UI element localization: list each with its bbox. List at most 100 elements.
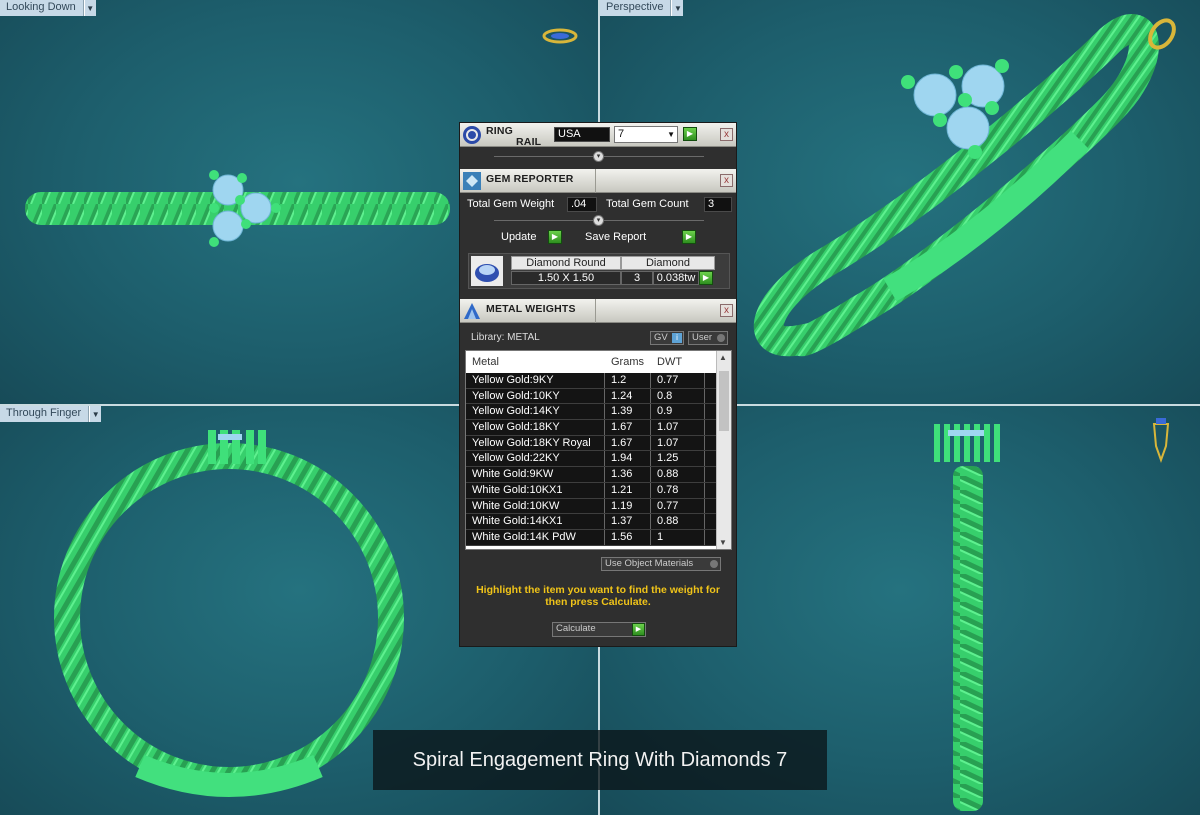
calculate-button[interactable]: Calculate ▶ <box>552 622 646 637</box>
table-row[interactable]: Yellow Gold:18KY Royal 1.67 1.07 <box>466 435 716 452</box>
library-label: Library: METAL <box>471 332 540 343</box>
dropdown-arrow-icon[interactable]: ▼ <box>83 0 96 16</box>
metal-dwt: 0.77 <box>657 499 679 512</box>
metal-dwt: 0.8 <box>657 389 673 402</box>
viewport-label[interactable]: Perspective ▼ <box>600 0 684 16</box>
column-separator <box>604 529 605 545</box>
ring-size-select[interactable]: 7 ▼ <box>614 126 678 143</box>
close-icon[interactable]: x <box>720 128 733 141</box>
use-object-materials-button[interactable]: Use Object Materials <box>601 557 721 571</box>
column-separator <box>704 514 705 529</box>
gem-reporter-title: GEM REPORTER <box>486 173 574 185</box>
viewport-label[interactable]: Through Finger ▼ <box>0 406 102 422</box>
user-label: User <box>692 332 713 343</box>
scroll-down-icon[interactable]: ▼ <box>719 538 727 547</box>
close-icon[interactable]: x <box>720 304 733 317</box>
metal-grams: 1.67 <box>611 436 633 449</box>
metal-name: Yellow Gold:18KY <box>472 421 560 434</box>
metal-table[interactable]: Metal Grams DWT Yellow Gold:9KY 1.2 0.77 Ye… <box>465 350 732 550</box>
gem-details: Diamond Round Diamond 1.50 X 1.50 3 0.03… <box>511 256 715 286</box>
metal-name: Yellow Gold:9KY <box>472 374 554 386</box>
save-report-button[interactable]: ▶ <box>682 230 696 244</box>
metal-dwt: 1.07 <box>657 421 679 434</box>
column-separator <box>704 420 705 435</box>
column-separator <box>604 388 605 404</box>
column-separator <box>704 529 705 545</box>
column-separator <box>604 404 605 420</box>
column-dwt: DWT <box>657 356 683 368</box>
metal-grams: 1.36 <box>611 468 633 481</box>
gem-count: 3 <box>621 271 653 285</box>
viewport-label[interactable]: Looking Down ▼ <box>0 0 96 16</box>
header-tab-edge <box>595 299 596 323</box>
metal-dwt: 1.25 <box>657 452 679 465</box>
use-object-materials-label: Use Object Materials <box>605 558 694 569</box>
column-separator <box>650 498 651 514</box>
column-separator <box>604 373 605 388</box>
table-row[interactable]: Yellow Gold:14KY 1.39 0.9 <box>466 404 716 421</box>
column-separator <box>704 482 705 498</box>
scroll-thumb[interactable] <box>719 371 729 431</box>
column-separator <box>650 467 651 482</box>
ring-rail-title-2: RAIL <box>516 136 542 148</box>
dropdown-arrow-icon[interactable]: ▼ <box>89 406 102 422</box>
viewport-name: Perspective <box>600 0 672 16</box>
metal-weights-icon <box>464 303 480 319</box>
update-label: Update <box>501 231 537 243</box>
column-separator <box>704 388 705 404</box>
gem-shape: Diamond Round <box>511 256 621 270</box>
table-row[interactable]: Yellow Gold:10KY 1.24 0.8 <box>466 388 716 405</box>
column-separator <box>704 404 705 420</box>
gem-size: 1.50 X 1.50 <box>511 271 621 285</box>
header-tab-edge <box>595 169 596 193</box>
metal-dwt: 0.88 <box>657 468 679 481</box>
metal-dwt: 0.9 <box>657 405 673 418</box>
tools-panel: RING RAIL x USA 7 ▼ ▶ ▾ GEM REPORTER x T… <box>459 122 737 647</box>
viewport-name: Through Finger <box>0 406 90 422</box>
column-grams: Grams <box>611 356 644 368</box>
table-row[interactable]: White Gold:9KW 1.36 0.88 <box>466 467 716 483</box>
total-gem-count-value: 3 <box>704 197 732 212</box>
metal-grams: 1.56 <box>611 530 633 543</box>
column-separator <box>704 451 705 467</box>
table-row[interactable]: Yellow Gold:18KY 1.67 1.07 <box>466 420 716 436</box>
table-row[interactable]: White Gold:10KW 1.19 0.77 <box>466 498 716 515</box>
country-select[interactable]: USA <box>554 127 610 142</box>
metal-rows: Yellow Gold:9KY 1.2 0.77 Yellow Gold:10KY 1.… <box>466 373 716 546</box>
radio-icon <box>717 334 725 342</box>
radio-icon <box>710 560 718 568</box>
column-metal: Metal <box>472 356 499 368</box>
total-gem-weight-value: .04 <box>567 197 597 212</box>
close-icon[interactable]: x <box>720 174 733 187</box>
table-row[interactable]: Yellow Gold:22KY 1.94 1.25 <box>466 451 716 468</box>
column-separator <box>604 435 605 451</box>
metal-grams: 1.67 <box>611 421 633 434</box>
dropdown-arrow-icon[interactable]: ▼ <box>671 0 684 16</box>
table-row[interactable]: White Gold:14K PdW 1.56 1 <box>466 529 716 546</box>
update-button[interactable]: ▶ <box>548 230 562 244</box>
gem-entry[interactable]: Diamond Round Diamond 1.50 X 1.50 3 0.03… <box>468 253 730 289</box>
metal-dwt: 1.07 <box>657 436 679 449</box>
calculate-label: Calculate <box>556 623 596 634</box>
gv-toggle[interactable]: GV i <box>650 331 684 345</box>
gem-go-button[interactable]: ▶ <box>699 271 713 285</box>
column-separator <box>650 420 651 435</box>
column-separator <box>604 482 605 498</box>
table-row[interactable]: White Gold:10KX1 1.21 0.78 <box>466 482 716 499</box>
column-separator <box>650 388 651 404</box>
user-toggle[interactable]: User <box>688 331 728 345</box>
column-separator <box>704 467 705 482</box>
gem-weight: 0.038tw <box>653 271 699 285</box>
gem-slider-knob[interactable]: ▾ <box>593 215 604 226</box>
metal-name: White Gold:9KW <box>472 468 554 481</box>
column-separator <box>704 373 705 388</box>
scroll-up-icon[interactable]: ▲ <box>719 353 727 362</box>
table-row[interactable]: Yellow Gold:9KY 1.2 0.77 <box>466 373 716 389</box>
metal-grams: 1.24 <box>611 389 633 402</box>
table-scrollbar[interactable]: ▲ ▼ <box>716 351 731 549</box>
ring-rail-go-button[interactable]: ▶ <box>683 127 697 141</box>
save-report-label: Save Report <box>585 231 647 243</box>
ring-rail-slider-knob[interactable]: ▾ <box>593 151 604 162</box>
table-row[interactable]: White Gold:14KX1 1.37 0.88 <box>466 514 716 530</box>
viewport-name: Looking Down <box>0 0 84 16</box>
